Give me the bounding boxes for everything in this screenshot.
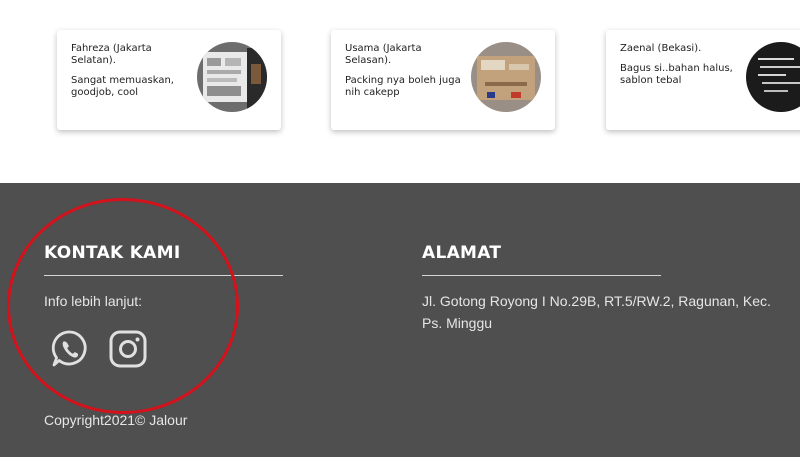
testimonial-photo <box>471 42 541 112</box>
testimonials-section: Fahreza (Jakarta Selatan). Sangat memuas… <box>0 0 800 183</box>
testimonial-photo <box>746 42 800 112</box>
annotation-circle <box>7 198 239 414</box>
testimonial-name: Fahreza (Jakarta Selatan). <box>71 43 152 66</box>
testimonial-review: Bagus si..bahan halus, sablon tebal <box>620 63 733 86</box>
address-text: Jl. Gotong Royong I No.29B, RT.5/RW.2, R… <box>422 293 771 331</box>
testimonial-review: Packing nya boleh juga nih cakepp <box>345 75 461 98</box>
address-divider <box>422 275 661 276</box>
testimonial-card: Fahreza (Jakarta Selatan). Sangat memuas… <box>57 30 281 130</box>
testimonial-card: Usama (Jakarta Selasan). Packing nya bol… <box>331 30 555 130</box>
testimonial-review: Sangat memuaskan, goodjob, cool <box>71 75 174 98</box>
testimonial-name: Usama (Jakarta Selasan). <box>345 43 422 66</box>
testimonial-card: Zaenal (Bekasi). Bagus si..bahan halus, … <box>606 30 800 130</box>
testimonial-name: Zaenal (Bekasi). <box>620 43 702 54</box>
testimonial-photo <box>197 42 267 112</box>
address-heading: ALAMAT <box>422 243 502 263</box>
